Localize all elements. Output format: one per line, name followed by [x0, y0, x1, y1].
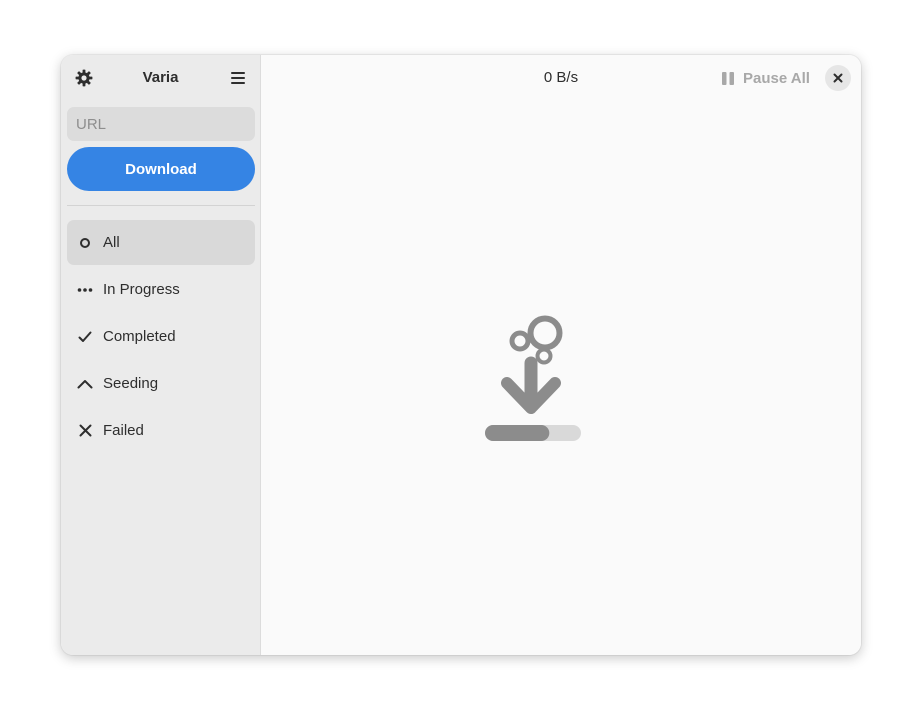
close-icon [833, 73, 843, 83]
close-window-button[interactable] [825, 65, 851, 91]
download-button[interactable]: Download [67, 147, 255, 191]
filter-label: Failed [103, 422, 144, 439]
filter-seeding[interactable]: Seeding [67, 361, 255, 406]
chevron-up-icon [67, 379, 103, 389]
download-empty-state-icon [485, 315, 581, 441]
filter-failed[interactable]: Failed [67, 408, 255, 453]
content-area: 0 B/s Pause All [261, 55, 861, 655]
x-icon [67, 424, 103, 437]
filter-label: In Progress [103, 281, 180, 298]
filter-label: All [103, 234, 120, 251]
filter-all[interactable]: All [67, 220, 255, 265]
filter-label: Completed [103, 328, 176, 345]
sidebar: Varia Download All [61, 55, 261, 655]
filter-label: Seeding [103, 375, 159, 392]
pause-all-label: Pause All [743, 69, 810, 87]
checkmark-icon [67, 331, 103, 343]
sidebar-header: Varia [61, 55, 260, 101]
url-input[interactable] [67, 107, 255, 141]
circle-outline-icon [67, 237, 103, 249]
filter-in-progress[interactable]: In Progress [67, 267, 255, 312]
progress-fill [485, 425, 550, 441]
pause-all-button[interactable]: Pause All [715, 63, 816, 93]
filter-completed[interactable]: Completed [67, 314, 255, 359]
ellipsis-icon [67, 287, 103, 293]
pause-icon [722, 71, 734, 85]
sidebar-separator [67, 205, 255, 206]
main-menu-button[interactable] [221, 61, 255, 95]
filter-list: All In Progress Completed Seeding Failed [67, 220, 255, 455]
app-window: Varia Download All [61, 55, 861, 655]
hamburger-menu-icon [231, 72, 245, 84]
